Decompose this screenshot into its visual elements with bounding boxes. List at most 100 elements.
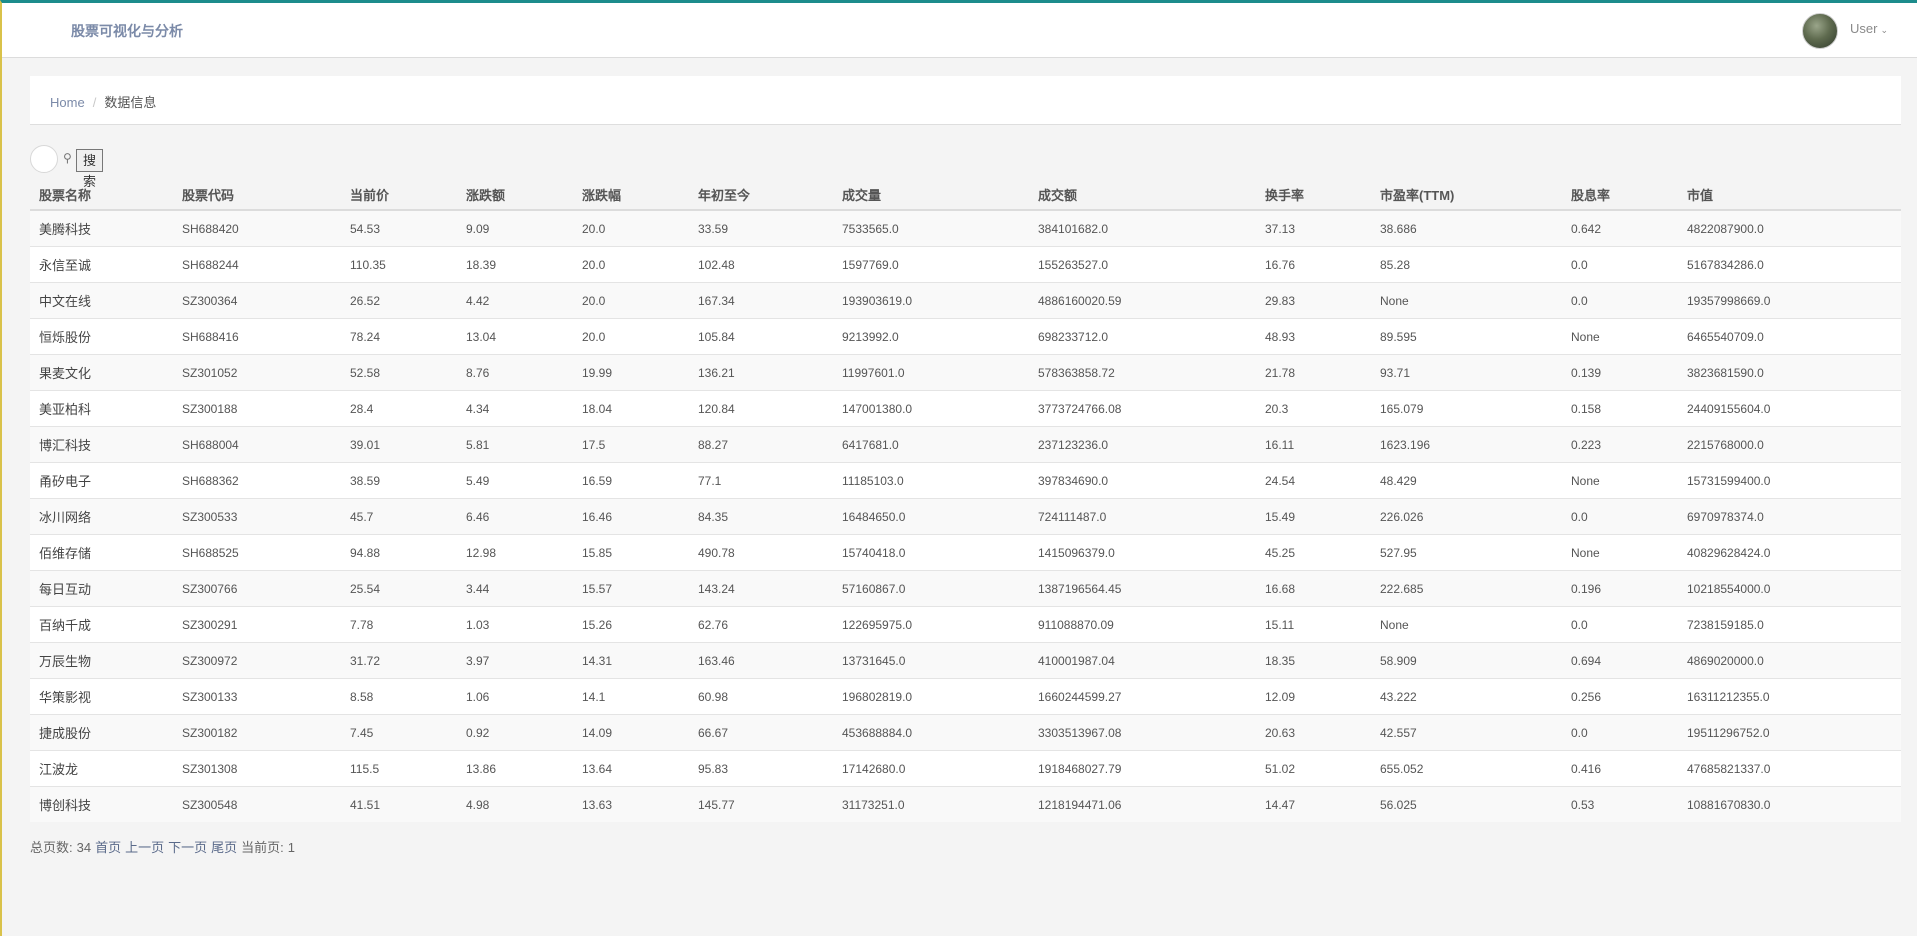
table-cell: 16484650.0: [833, 498, 1029, 535]
table-cell: 0.196: [1562, 570, 1678, 607]
table-cell: 16.68: [1256, 570, 1371, 607]
user-menu[interactable]: User ⌄: [1850, 21, 1888, 36]
table-row[interactable]: 佰维存储 SH688525 94.88 12.98 15.85 490.78 1574041…: [30, 534, 1901, 571]
table-cell: SZ300291: [173, 606, 341, 643]
table-cell: 155263527.0: [1029, 246, 1256, 283]
top-navbar: 股票可视化与分析 User ⌄: [2, 3, 1917, 58]
table-cell: 9213992.0: [833, 318, 1029, 355]
table-row[interactable]: 百纳千成 SZ300291 7.78 1.03 15.26 62.76 122695975.…: [30, 606, 1901, 643]
pager-prev-link[interactable]: 上一页: [125, 840, 164, 855]
table-cell: 1660244599.27: [1029, 678, 1256, 715]
breadcrumb-home-link[interactable]: Home: [50, 95, 85, 110]
table-cell: 8.76: [457, 354, 573, 391]
table-cell: 51.02: [1256, 750, 1371, 787]
table-cell: 24.54: [1256, 462, 1371, 499]
table-cell: 博创科技: [30, 786, 173, 822]
brand-title[interactable]: 股票可视化与分析: [71, 21, 183, 41]
breadcrumb-current: 数据信息: [104, 95, 157, 110]
table-cell: 美亚柏科: [30, 390, 173, 427]
table-row[interactable]: 捷成股份 SZ300182 7.45 0.92 14.09 66.67 453688884.…: [30, 714, 1901, 751]
table-row[interactable]: 甬矽电子 SH688362 38.59 5.49 16.59 77.1 11185103.0…: [30, 462, 1901, 499]
table-cell: 19511296752.0: [1678, 714, 1901, 751]
table-cell: 196802819.0: [833, 678, 1029, 715]
table-cell: 16.76: [1256, 246, 1371, 283]
table-body: 美腾科技 SH688420 54.53 9.09 20.0 33.59 7533565.0 3…: [30, 209, 1901, 822]
table-cell: 7.45: [341, 714, 457, 751]
pager-first-link[interactable]: 首页: [95, 840, 121, 855]
table-row[interactable]: 博创科技 SZ300548 41.51 4.98 13.63 145.77 31173251…: [30, 786, 1901, 822]
table-cell: 0.416: [1562, 750, 1678, 787]
table-cell: None: [1371, 606, 1562, 643]
table-cell: 38.686: [1371, 209, 1562, 247]
table-cell: 7238159185.0: [1678, 606, 1901, 643]
table-cell: 94.88: [341, 534, 457, 571]
table-cell: 14.1: [573, 678, 689, 715]
table-cell: 0.53: [1562, 786, 1678, 822]
table-cell: None: [1562, 318, 1678, 355]
table-cell: 15.26: [573, 606, 689, 643]
table-cell: 45.25: [1256, 534, 1371, 571]
search-input[interactable]: [30, 145, 58, 173]
table-cell: 26.52: [341, 282, 457, 319]
table-row[interactable]: 万辰生物 SZ300972 31.72 3.97 14.31 163.46 13731645…: [30, 642, 1901, 679]
table-row[interactable]: 每日互动 SZ300766 25.54 3.44 15.57 143.24 57160867…: [30, 570, 1901, 607]
table-cell: 47685821337.0: [1678, 750, 1901, 787]
table-cell: 42.557: [1371, 714, 1562, 751]
column-header: 年初至今: [689, 179, 833, 211]
table-cell: 57160867.0: [833, 570, 1029, 607]
table-cell: 5167834286.0: [1678, 246, 1901, 283]
table-row[interactable]: 中文在线 SZ300364 26.52 4.42 20.0 167.34 193903619…: [30, 282, 1901, 319]
table-row[interactable]: 江波龙 SZ301308 115.5 13.86 13.64 95.83 17142680.…: [30, 750, 1901, 787]
table-cell: 3.44: [457, 570, 573, 607]
table-cell: 102.48: [689, 246, 833, 283]
table-cell: 4822087900.0: [1678, 209, 1901, 247]
breadcrumb: Home / 数据信息: [50, 92, 156, 111]
table-cell: 1597769.0: [833, 246, 1029, 283]
pager-current-label: 当前页:: [241, 840, 284, 855]
column-header: 成交量: [833, 179, 1029, 211]
table-cell: 冰川网络: [30, 498, 173, 535]
user-avatar[interactable]: [1802, 13, 1838, 49]
table-cell: 0.139: [1562, 354, 1678, 391]
table-cell: 3.97: [457, 642, 573, 679]
table-cell: SZ300533: [173, 498, 341, 535]
table-row[interactable]: 冰川网络 SZ300533 45.7 6.46 16.46 84.35 16484650.0…: [30, 498, 1901, 535]
table-cell: 21.78: [1256, 354, 1371, 391]
table-cell: 41.51: [341, 786, 457, 822]
search-button[interactable]: 搜索: [76, 149, 104, 189]
table-cell: 8.58: [341, 678, 457, 715]
table-cell: 1415096379.0: [1029, 534, 1256, 571]
pager-total-count: 34: [76, 840, 92, 855]
table-row[interactable]: 永信至诚 SH688244 110.35 18.39 20.0 102.48 1597769…: [30, 246, 1901, 283]
table-row[interactable]: 果麦文化 SZ301052 52.58 8.76 19.99 136.21 11997601…: [30, 354, 1901, 391]
table-row[interactable]: 美腾科技 SH688420 54.53 9.09 20.0 33.59 7533565.0 3…: [30, 209, 1901, 247]
table-cell: 4.98: [457, 786, 573, 822]
table-cell: 222.685: [1371, 570, 1562, 607]
table-cell: 54.53: [341, 209, 457, 247]
table-row[interactable]: 博汇科技 SH688004 39.01 5.81 17.5 88.27 6417681.0 2…: [30, 426, 1901, 463]
table-cell: 31.72: [341, 642, 457, 679]
table-cell: 美腾科技: [30, 209, 173, 247]
chevron-down-icon: ⌄: [1880, 25, 1888, 35]
pager-next-link[interactable]: 下一页: [168, 840, 207, 855]
table-cell: 88.27: [689, 426, 833, 463]
table-cell: None: [1371, 282, 1562, 319]
table-cell: 11185103.0: [833, 462, 1029, 499]
table-cell: 1918468027.79: [1029, 750, 1256, 787]
table-cell: 13.04: [457, 318, 573, 355]
pager-last-link[interactable]: 尾页: [211, 840, 237, 855]
table-row[interactable]: 华策影视 SZ300133 8.58 1.06 14.1 60.98 196802819.0…: [30, 678, 1901, 715]
table-cell: 2215768000.0: [1678, 426, 1901, 463]
table-cell: 12.98: [457, 534, 573, 571]
table-cell: 捷成股份: [30, 714, 173, 751]
table-cell: 29.83: [1256, 282, 1371, 319]
table-cell: 13.63: [573, 786, 689, 822]
table-row[interactable]: 恒烁股份 SH688416 78.24 13.04 20.0 105.84 9213992.…: [30, 318, 1901, 355]
table-cell: 14.09: [573, 714, 689, 751]
table-cell: 120.84: [689, 390, 833, 427]
pagination: 总页数: 34 首页 上一页 下一页 尾页 当前页: 1: [30, 837, 299, 856]
table-cell: 20.0: [573, 209, 689, 247]
table-row[interactable]: 美亚柏科 SZ300188 28.4 4.34 18.04 120.84 147001380…: [30, 390, 1901, 427]
table-cell: 果麦文化: [30, 354, 173, 391]
table-cell: 6417681.0: [833, 426, 1029, 463]
